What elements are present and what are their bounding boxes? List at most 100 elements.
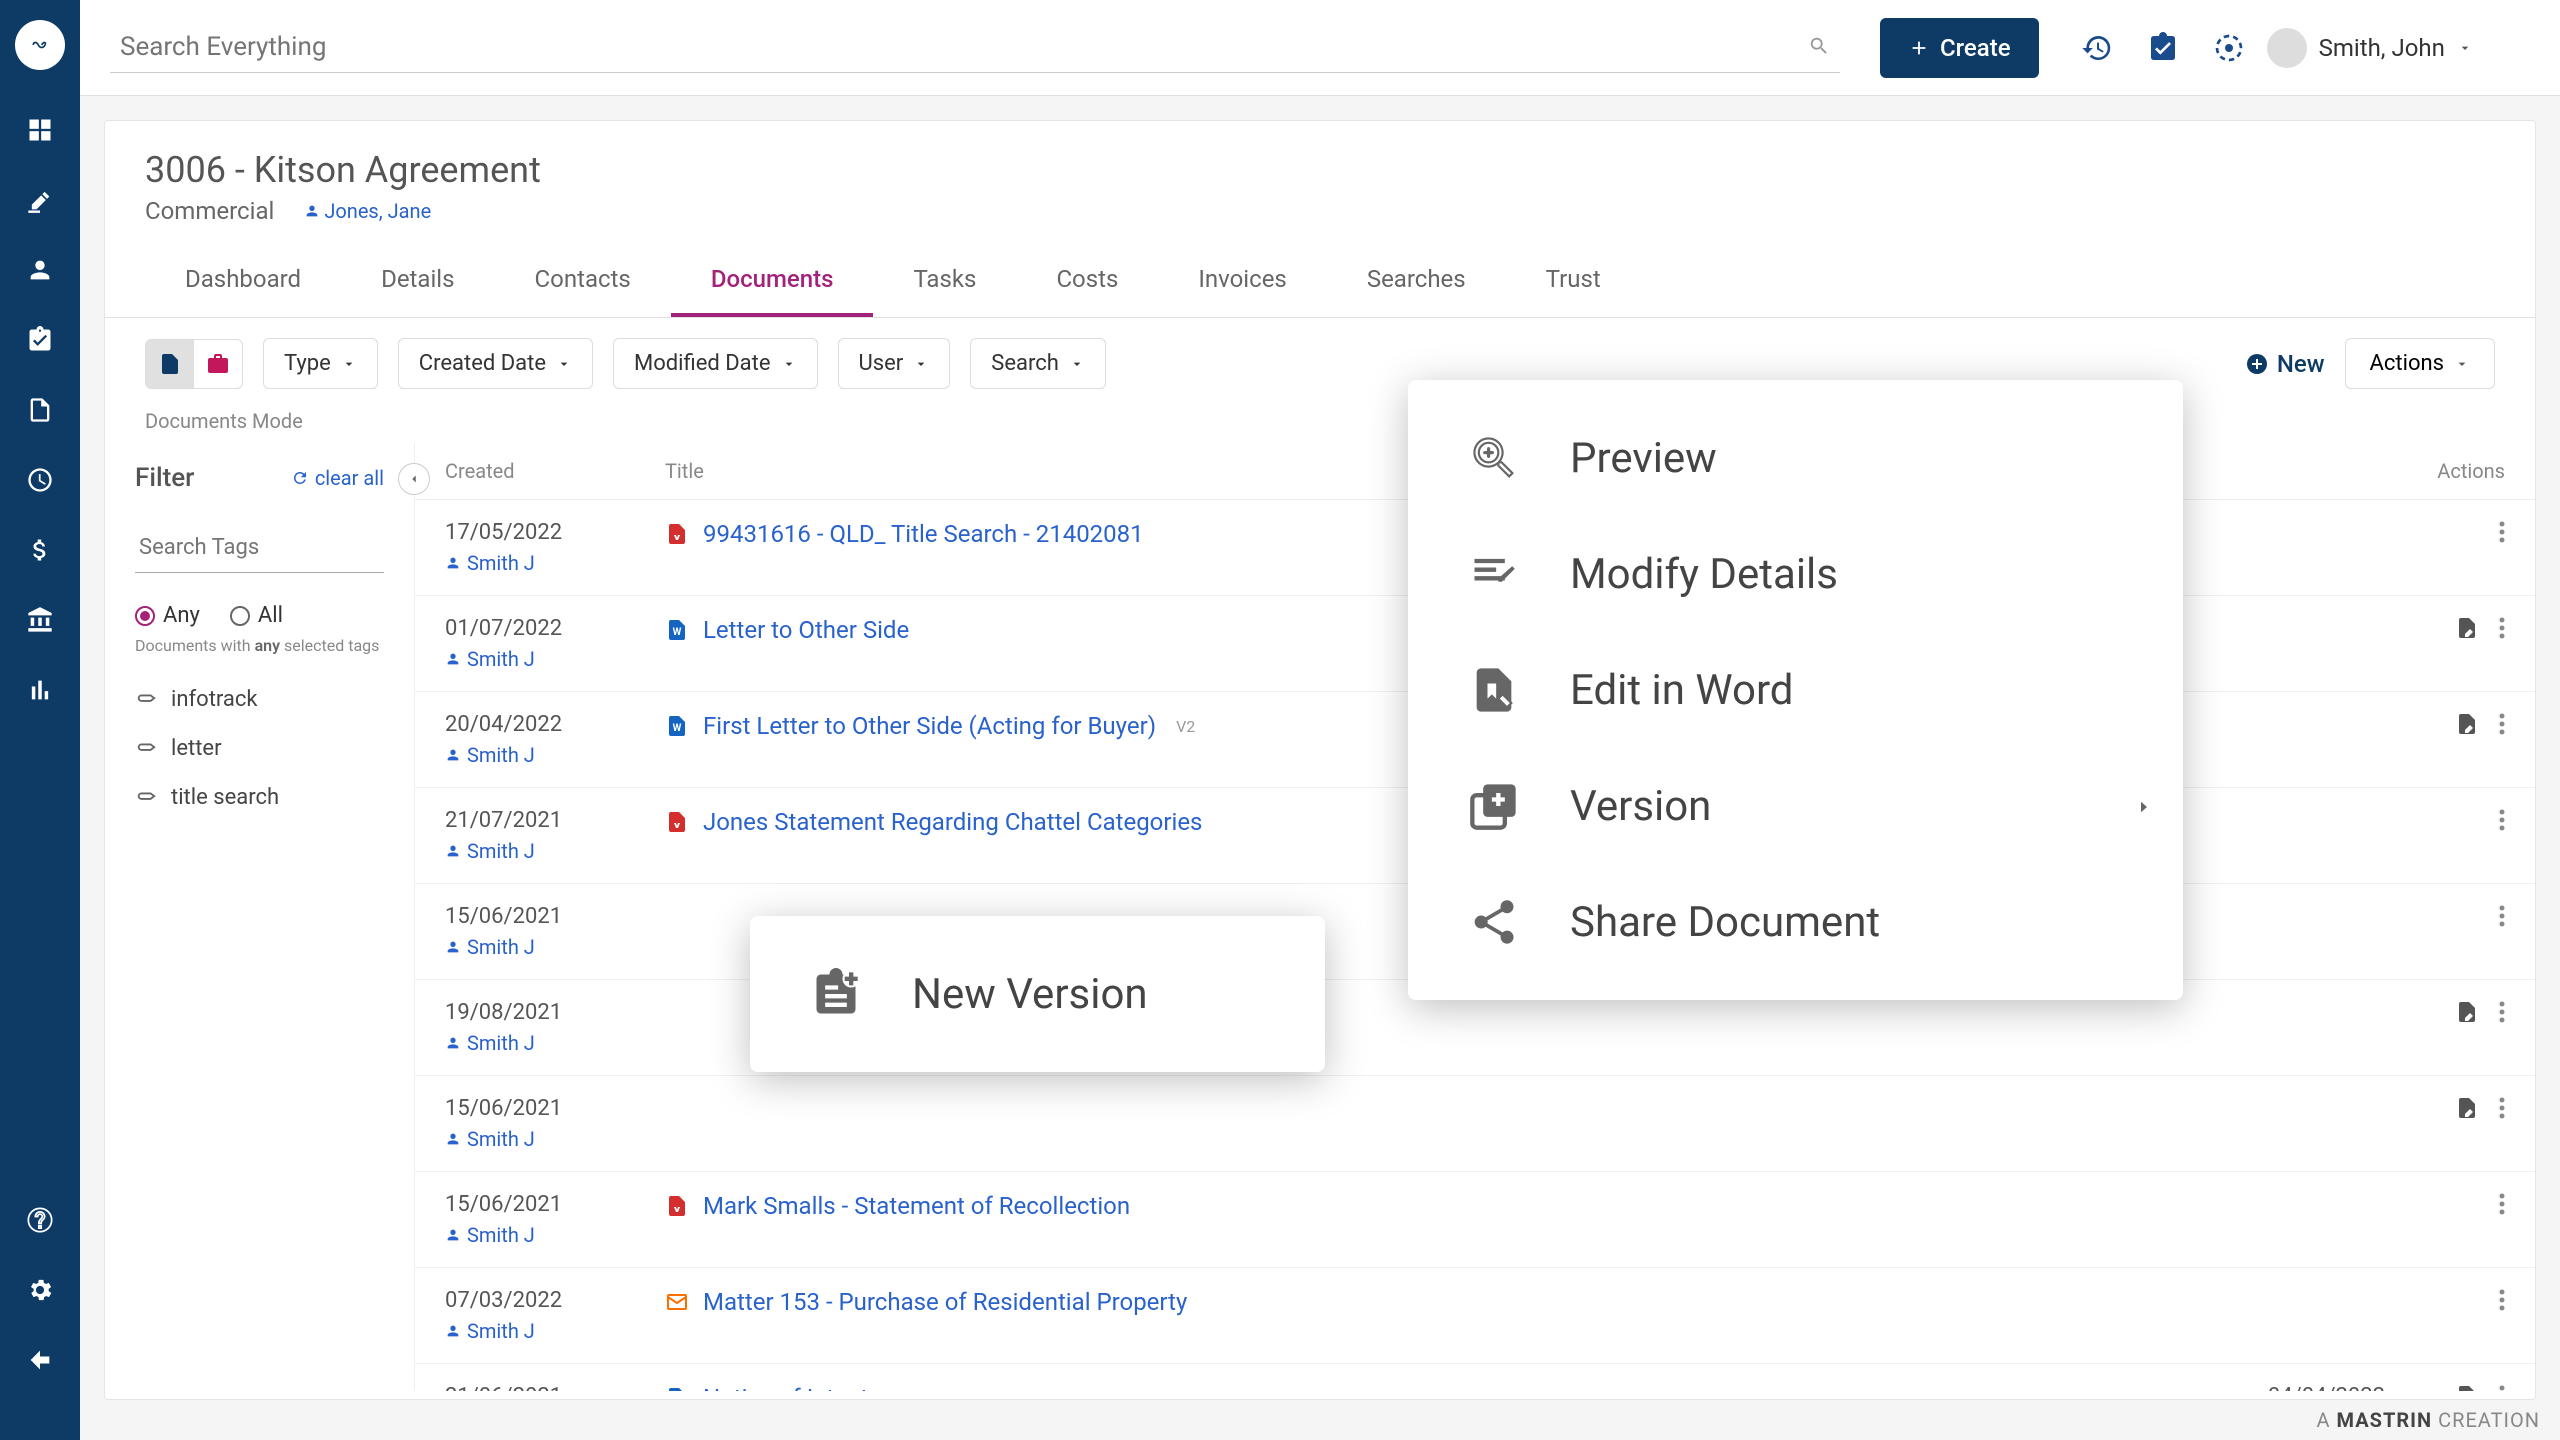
documents-view-button[interactable] bbox=[146, 340, 194, 388]
collapse-filter-button[interactable] bbox=[398, 463, 430, 495]
nav-tasks-icon[interactable] bbox=[20, 320, 60, 360]
filter-type[interactable]: Type bbox=[263, 338, 378, 389]
sync-icon[interactable] bbox=[2211, 30, 2247, 66]
row-more-icon[interactable] bbox=[2499, 1192, 2505, 1220]
tab-searches[interactable]: Searches bbox=[1327, 245, 1506, 317]
document-link[interactable]: Matter 153 - Purchase of Residential Pro… bbox=[703, 1288, 1187, 1316]
table-row: 07/03/2022 Smith J Matter 153 - Purchase… bbox=[415, 1268, 2535, 1364]
edit-doc-icon[interactable] bbox=[2455, 1000, 2479, 1028]
document-link[interactable]: Letter to Other Side bbox=[703, 616, 909, 644]
create-button[interactable]: Create bbox=[1880, 18, 2039, 78]
radio-any[interactable]: Any bbox=[135, 603, 200, 628]
document-context-menu: Preview Modify Details Edit in Word Vers… bbox=[1408, 380, 2183, 1000]
filter-panel: Filter clear all Any All Documents with … bbox=[105, 443, 415, 1391]
col-header-actions: Actions bbox=[2385, 459, 2505, 483]
filter-hint: Documents with any selected tags bbox=[135, 636, 384, 655]
document-link[interactable]: 99431616 - QLD_ Title Search - 21402081 bbox=[703, 520, 1144, 548]
tab-invoices[interactable]: Invoices bbox=[1158, 245, 1326, 317]
ctx-preview[interactable]: Preview bbox=[1408, 400, 2183, 516]
nav-help-icon[interactable] bbox=[20, 1200, 60, 1240]
matter-tabs: DashboardDetailsContactsDocumentsTasksCo… bbox=[105, 245, 2535, 318]
nav-documents-icon[interactable] bbox=[20, 390, 60, 430]
nav-dashboard-icon[interactable] bbox=[20, 110, 60, 150]
footer-credit: A MASTRIN CREATION bbox=[2297, 1400, 2560, 1440]
nav-time-icon[interactable] bbox=[20, 460, 60, 500]
global-search-input[interactable] bbox=[110, 22, 1840, 73]
nav-billing-icon[interactable] bbox=[20, 530, 60, 570]
new-document-button[interactable]: New bbox=[2245, 350, 2325, 378]
filter-panel-title: Filter bbox=[135, 463, 194, 493]
ctx-edit-word[interactable]: Edit in Word bbox=[1408, 632, 2183, 748]
table-row: 21/06/2021 Smith J W Notice of Intent 04… bbox=[415, 1364, 2535, 1391]
version-submenu: New Version bbox=[750, 916, 1325, 1072]
briefcase-view-button[interactable] bbox=[194, 340, 242, 388]
clear-all-button[interactable]: clear all bbox=[291, 466, 384, 490]
user-name-label: Smith, John bbox=[2319, 34, 2445, 62]
row-more-icon[interactable] bbox=[2499, 1288, 2505, 1316]
matter-owner-link[interactable]: Jones, Jane bbox=[304, 199, 431, 223]
actions-button[interactable]: Actions bbox=[2345, 338, 2495, 389]
tag-infotrack[interactable]: infotrack bbox=[135, 675, 384, 724]
table-row: 15/06/2021 Smith J bbox=[415, 1076, 2535, 1172]
tasks-top-icon[interactable] bbox=[2145, 30, 2181, 66]
ctx-share[interactable]: Share Document bbox=[1408, 864, 2183, 980]
tab-tasks[interactable]: Tasks bbox=[873, 245, 1016, 317]
nav-contacts-icon[interactable] bbox=[20, 250, 60, 290]
row-more-icon[interactable] bbox=[2499, 1384, 2505, 1391]
search-icon[interactable] bbox=[1808, 35, 1830, 61]
row-more-icon[interactable] bbox=[2499, 808, 2505, 836]
ctx-modify-details[interactable]: Modify Details bbox=[1408, 516, 2183, 632]
chevron-down-icon bbox=[2457, 40, 2473, 56]
svg-text:W: W bbox=[673, 723, 682, 734]
filter-user[interactable]: User bbox=[838, 338, 951, 389]
ctx-new-version[interactable]: New Version bbox=[750, 936, 1325, 1052]
tab-trust[interactable]: Trust bbox=[1506, 245, 1641, 317]
row-more-icon[interactable] bbox=[2499, 520, 2505, 548]
edit-doc-icon[interactable] bbox=[2455, 1384, 2479, 1391]
nav-settings-icon[interactable] bbox=[20, 1270, 60, 1310]
nav-collapse-icon[interactable] bbox=[20, 1340, 60, 1380]
table-row: 15/06/2021 Smith J Mark Smalls - Stateme… bbox=[415, 1172, 2535, 1268]
row-more-icon[interactable] bbox=[2499, 1000, 2505, 1028]
ctx-version[interactable]: Version bbox=[1408, 748, 2183, 864]
tab-documents[interactable]: Documents bbox=[671, 245, 874, 317]
user-menu[interactable]: Smith, John bbox=[2267, 28, 2473, 68]
filter-created-date[interactable]: Created Date bbox=[398, 338, 593, 389]
row-more-icon[interactable] bbox=[2499, 712, 2505, 740]
row-more-icon[interactable] bbox=[2499, 1096, 2505, 1124]
document-link[interactable]: Mark Smalls - Statement of Recollection bbox=[703, 1192, 1130, 1220]
nav-trust-icon[interactable] bbox=[20, 600, 60, 640]
svg-text:W: W bbox=[673, 627, 682, 638]
document-link[interactable]: Notice of Intent bbox=[703, 1384, 868, 1391]
user-avatar-icon bbox=[2267, 28, 2307, 68]
edit-doc-icon[interactable] bbox=[2455, 712, 2479, 740]
edit-doc-icon[interactable] bbox=[2455, 1096, 2479, 1124]
nav-gavel-icon[interactable] bbox=[20, 180, 60, 220]
row-more-icon[interactable] bbox=[2499, 904, 2505, 932]
matter-title: 3006 - Kitson Agreement bbox=[145, 149, 2495, 191]
view-mode-toggle bbox=[145, 339, 243, 389]
left-nav-sidebar bbox=[0, 0, 80, 1440]
filter-search[interactable]: Search bbox=[970, 338, 1106, 389]
tab-dashboard[interactable]: Dashboard bbox=[145, 245, 341, 317]
tag-title-search[interactable]: title search bbox=[135, 773, 384, 822]
nav-reports-icon[interactable] bbox=[20, 670, 60, 710]
chevron-right-icon bbox=[2135, 782, 2153, 831]
row-more-icon[interactable] bbox=[2499, 616, 2505, 644]
tab-costs[interactable]: Costs bbox=[1016, 245, 1158, 317]
edit-doc-icon[interactable] bbox=[2455, 616, 2479, 644]
document-link[interactable]: Jones Statement Regarding Chattel Catego… bbox=[703, 808, 1202, 836]
matter-category: Commercial bbox=[145, 197, 274, 225]
document-link[interactable]: First Letter to Other Side (Acting for B… bbox=[703, 712, 1156, 740]
tag-letter[interactable]: letter bbox=[135, 724, 384, 773]
filter-modified-date[interactable]: Modified Date bbox=[613, 338, 818, 389]
top-bar: Create Smith, John bbox=[80, 0, 2560, 96]
tag-search-input[interactable] bbox=[135, 523, 384, 573]
tab-contacts[interactable]: Contacts bbox=[495, 245, 671, 317]
tab-details[interactable]: Details bbox=[341, 245, 494, 317]
col-header-created[interactable]: Created bbox=[445, 459, 665, 483]
history-icon[interactable] bbox=[2079, 30, 2115, 66]
create-button-label: Create bbox=[1940, 34, 2011, 62]
radio-all[interactable]: All bbox=[230, 603, 283, 628]
app-logo[interactable] bbox=[15, 20, 65, 70]
